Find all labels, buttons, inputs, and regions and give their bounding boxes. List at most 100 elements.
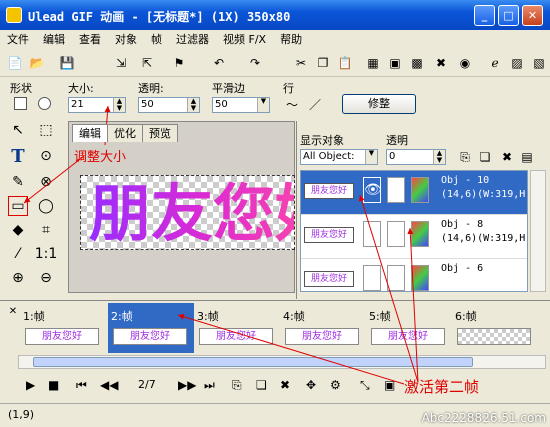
lock-box[interactable] bbox=[387, 177, 405, 203]
frame-props-icon[interactable]: ▣ bbox=[386, 54, 404, 72]
open-icon[interactable]: 📂 bbox=[28, 54, 46, 72]
prev-frame-icon[interactable]: ◀◀ bbox=[100, 378, 118, 392]
eraser-icon[interactable]: ▭ bbox=[8, 196, 28, 216]
size-label: 大小: bbox=[68, 82, 94, 95]
menu-view[interactable]: 查看 bbox=[72, 31, 108, 49]
straight-line-icon[interactable]: ／ bbox=[306, 95, 324, 113]
delete-object-icon[interactable]: ✖ bbox=[498, 148, 516, 166]
frame-cell[interactable]: 6:帧 bbox=[452, 303, 538, 353]
frame-cell[interactable]: 4:帧 朋友您好 bbox=[280, 303, 366, 353]
import-icon[interactable]: ⇲ bbox=[112, 54, 130, 72]
frame-props-icon[interactable]: ⚙ bbox=[330, 378, 341, 392]
text-tool-icon[interactable]: T bbox=[8, 146, 28, 167]
paste-icon[interactable]: 📋 bbox=[336, 54, 354, 72]
dropdown-arrow-icon[interactable]: ▼ bbox=[365, 150, 377, 164]
lock-box[interactable] bbox=[387, 265, 405, 291]
menu-file[interactable]: 文件 bbox=[0, 31, 36, 49]
object-transparency-spinner[interactable]: 0 ▲ ▼ bbox=[386, 149, 446, 165]
menu-frame[interactable]: 帧 bbox=[144, 31, 169, 49]
world-icon[interactable]: ◉ bbox=[456, 54, 474, 72]
flag-icon[interactable]: ⚑ bbox=[170, 54, 188, 72]
spinner-arrows-icon[interactable]: ▲ ▼ bbox=[187, 98, 199, 112]
stop-icon[interactable]: ■ bbox=[48, 378, 59, 392]
frame-scrollbar[interactable] bbox=[18, 355, 546, 369]
duplicate-object-icon[interactable]: ❏ bbox=[476, 148, 494, 166]
frame-counter: 2/7 bbox=[138, 378, 156, 391]
duplicate-frame-icon[interactable]: ❏ bbox=[256, 378, 267, 392]
menu-help[interactable]: 帮助 bbox=[273, 31, 309, 49]
frame-settings-icon[interactable]: ▣ bbox=[384, 378, 395, 392]
zoom-out-icon[interactable]: ⊖ bbox=[36, 268, 56, 288]
object-filter-select[interactable]: All Object: ▼ bbox=[300, 149, 378, 165]
scrollbar-thumb[interactable] bbox=[33, 357, 473, 367]
spinner-arrows-icon[interactable]: ▲ ▼ bbox=[433, 150, 445, 164]
last-frame-icon[interactable]: ⏭ bbox=[204, 378, 215, 393]
eye-icon[interactable]: 👁 bbox=[363, 177, 382, 203]
delete-icon[interactable]: ✖ bbox=[432, 54, 450, 72]
preview-icon[interactable]: ▨ bbox=[508, 54, 526, 72]
zoom-in-icon[interactable]: ⊕ bbox=[8, 268, 28, 288]
menu-filter[interactable]: 过滤器 bbox=[169, 31, 216, 49]
pointer-icon[interactable]: ↖ bbox=[8, 120, 28, 140]
new-icon[interactable]: 📄 bbox=[6, 54, 24, 72]
more-icon[interactable]: ▧ bbox=[530, 54, 548, 72]
object-props-icon[interactable]: ▤ bbox=[518, 148, 536, 166]
grid-icon[interactable]: ▦ bbox=[364, 54, 382, 72]
edit-canvas[interactable]: 朋友您好 bbox=[80, 175, 295, 250]
smooth-spinner[interactable]: 50 ▼ bbox=[212, 97, 270, 113]
target-icon[interactable]: ⊙ bbox=[36, 146, 56, 166]
new-object-icon[interactable]: ⎘ bbox=[456, 148, 474, 166]
first-frame-icon[interactable]: ⏮ bbox=[76, 378, 87, 393]
next-frame-icon[interactable]: ▶▶ bbox=[178, 378, 196, 392]
cut-icon[interactable]: ✂ bbox=[292, 54, 310, 72]
rect-shape-button[interactable] bbox=[14, 97, 27, 110]
redo-icon[interactable]: ↷ bbox=[246, 54, 264, 72]
marquee-icon[interactable]: ⬚ bbox=[36, 120, 56, 140]
frame-cell[interactable]: 2:帧 朋友您好 bbox=[108, 303, 194, 353]
fill-bucket-icon[interactable]: ◆ bbox=[8, 220, 28, 240]
minimize-button[interactable]: _ bbox=[474, 5, 495, 26]
export-icon[interactable]: ⇱ bbox=[138, 54, 156, 72]
add-frame-icon[interactable]: ⎘ bbox=[232, 378, 242, 393]
eyedropper-icon[interactable]: ⁄ bbox=[8, 244, 28, 264]
frame-cell[interactable]: 3:帧 朋友您好 bbox=[194, 303, 280, 353]
ellipse-shape-button[interactable] bbox=[38, 97, 51, 110]
maximize-button[interactable]: □ bbox=[498, 5, 519, 26]
frame-cell[interactable]: 5:帧 朋友您好 bbox=[366, 303, 452, 353]
menu-object[interactable]: 对象 bbox=[108, 31, 144, 49]
tab-edit[interactable]: 编辑 bbox=[72, 124, 108, 142]
visibility-box[interactable] bbox=[363, 265, 381, 291]
lasso-icon[interactable]: ⊗ bbox=[36, 172, 56, 192]
frame-cell[interactable]: 1:帧 朋友您好 bbox=[20, 303, 106, 353]
browser-icon[interactable]: ℯ bbox=[486, 54, 504, 72]
lock-box[interactable] bbox=[387, 221, 405, 247]
object-row[interactable]: 朋友您好 👁 Obj - 10 (14,6)(W:319,H bbox=[301, 171, 527, 215]
tab-optimize[interactable]: 优化 bbox=[107, 124, 143, 142]
transparency-spinner[interactable]: 50 ▲ ▼ bbox=[138, 97, 200, 113]
visibility-box[interactable] bbox=[363, 221, 381, 247]
object-list-scrollbar[interactable] bbox=[530, 170, 546, 292]
tile-icon[interactable]: ▩ bbox=[408, 54, 426, 72]
save-icon[interactable]: 💾 bbox=[58, 54, 76, 72]
dropdown-arrow-icon[interactable]: ▼ bbox=[257, 98, 269, 112]
curve-line-icon[interactable]: 〜 bbox=[283, 95, 301, 113]
pen-icon[interactable]: ✎ bbox=[8, 172, 28, 192]
crop-icon[interactable]: ⌗ bbox=[36, 220, 56, 240]
menu-edit[interactable]: 编辑 bbox=[36, 31, 72, 49]
menu-video-fx[interactable]: 视频 F/X bbox=[216, 31, 273, 49]
actual-size-icon[interactable]: 1:1 bbox=[35, 244, 58, 264]
tab-preview[interactable]: 预览 bbox=[142, 124, 178, 142]
lasso-select-icon[interactable]: ◯ bbox=[36, 196, 56, 216]
tween-icon[interactable]: ✥ bbox=[306, 378, 316, 392]
play-icon[interactable]: ▶ bbox=[26, 378, 35, 392]
close-button[interactable]: ✕ bbox=[522, 5, 543, 26]
spinner-arrows-icon[interactable]: ▲ ▼ bbox=[113, 98, 125, 112]
object-row[interactable]: 朋友您好 Obj - 6 bbox=[301, 259, 527, 291]
size-spinner[interactable]: 21 ▲ ▼ bbox=[68, 97, 126, 113]
modify-button[interactable]: 修整 bbox=[342, 94, 416, 114]
reverse-icon[interactable]: ⤡ bbox=[360, 378, 370, 393]
delete-frame-icon[interactable]: ✖ bbox=[280, 378, 290, 392]
object-row[interactable]: 朋友您好 Obj - 8 (14,6)(W:319,H bbox=[301, 215, 527, 259]
undo-icon[interactable]: ↶ bbox=[210, 54, 228, 72]
copy-icon[interactable]: ❐ bbox=[314, 54, 332, 72]
